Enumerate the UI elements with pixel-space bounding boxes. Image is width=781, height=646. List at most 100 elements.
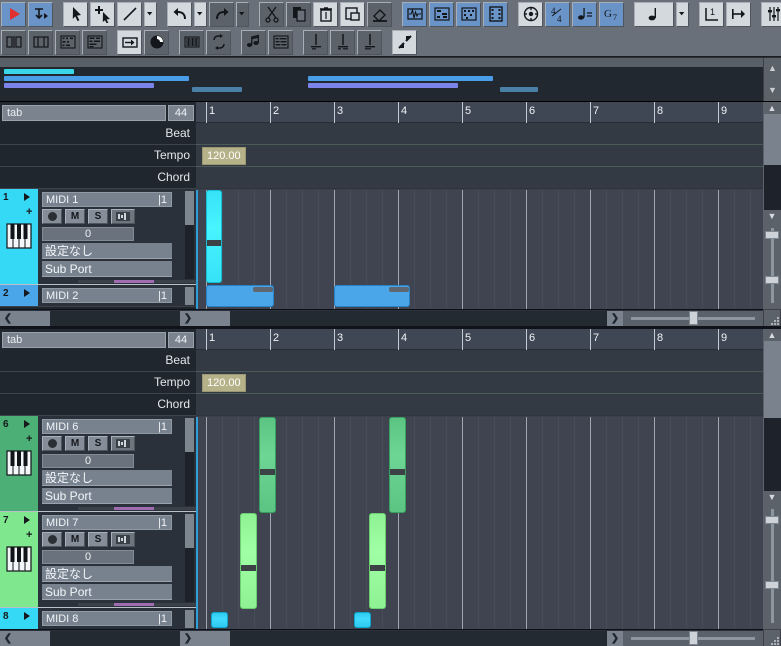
midi-clip-track8-a[interactable] bbox=[211, 612, 228, 628]
vertical-zoom-slider[interactable] bbox=[764, 503, 781, 629]
chord-button[interactable]: G7 bbox=[599, 2, 624, 27]
track-color-strip[interactable]: 7+ bbox=[0, 512, 38, 607]
grid-vscroll-track[interactable] bbox=[764, 114, 781, 210]
loop-end-button[interactable] bbox=[726, 2, 751, 27]
track-header-midi-1[interactable]: 1+MIDI 1|1MS0設定なしSub Port bbox=[0, 189, 196, 285]
undo-button[interactable] bbox=[167, 2, 192, 27]
fx-button[interactable] bbox=[111, 532, 135, 547]
track-volume-field[interactable]: 0 bbox=[42, 550, 134, 564]
erase-button[interactable] bbox=[367, 2, 392, 27]
beat-lane[interactable] bbox=[196, 123, 781, 145]
grid-vscroll-thumb[interactable] bbox=[764, 114, 781, 165]
zoom-knob-top[interactable] bbox=[765, 231, 779, 239]
scroll-thumb[interactable] bbox=[16, 631, 50, 646]
solo-button[interactable]: S bbox=[88, 209, 108, 224]
track-port-field[interactable]: Sub Port bbox=[42, 261, 172, 277]
clip-grid-area[interactable] bbox=[196, 417, 781, 629]
scroll-left-button[interactable]: ❮ bbox=[0, 311, 16, 326]
bottom-panel-grid[interactable]: 123456789120.00❯▲▼ bbox=[196, 329, 781, 646]
scroll-left-button[interactable]: ❮ bbox=[0, 631, 16, 646]
note-tools-button[interactable] bbox=[241, 30, 266, 55]
waveform-view-button[interactable] bbox=[402, 2, 427, 27]
track-vertical-scrollbar[interactable] bbox=[185, 287, 194, 305]
quantize-value-dropdown[interactable] bbox=[676, 2, 689, 27]
tempo-row[interactable]: Tempo bbox=[0, 145, 196, 167]
quantize-value-display[interactable] bbox=[634, 2, 674, 27]
track-expand-arrow-icon[interactable] bbox=[24, 289, 30, 297]
track-expand-arrow-icon[interactable] bbox=[24, 516, 30, 524]
grid-settings-button[interactable] bbox=[82, 30, 107, 55]
resize-grip[interactable] bbox=[764, 310, 780, 326]
midi-clip-track2-b[interactable] bbox=[334, 285, 410, 307]
zoom-knob-bottom[interactable] bbox=[765, 581, 779, 589]
undo-dropdown[interactable] bbox=[194, 2, 207, 27]
expand-window-button[interactable] bbox=[392, 30, 417, 55]
track-color-strip[interactable]: 8 bbox=[0, 608, 38, 629]
tab-input[interactable]: tab bbox=[2, 332, 166, 348]
redo-button[interactable] bbox=[209, 2, 234, 27]
scroll-thumb[interactable] bbox=[16, 311, 50, 326]
fx-button[interactable] bbox=[111, 209, 135, 224]
track-program-field[interactable]: 設定なし bbox=[42, 566, 172, 582]
grid-scroll-thumb[interactable] bbox=[196, 631, 230, 646]
tempo-value-badge[interactable]: 120.00 bbox=[202, 147, 246, 165]
chord-row[interactable]: Chord bbox=[0, 167, 196, 189]
header-horizontal-scrollbar[interactable]: ❮❯ bbox=[0, 629, 196, 646]
grid-vscroll-track[interactable] bbox=[764, 341, 781, 491]
track-color-strip[interactable]: 6+ bbox=[0, 416, 38, 511]
time-signature-button[interactable]: 44 bbox=[545, 2, 570, 27]
solo-button[interactable]: S bbox=[88, 532, 108, 547]
horizontal-zoom-slider[interactable] bbox=[623, 311, 763, 326]
snap-to-grid-button[interactable] bbox=[117, 30, 142, 55]
track-program-field[interactable]: 設定なし bbox=[42, 243, 172, 259]
grid-scroll-right-button[interactable]: ❯ bbox=[607, 311, 623, 326]
tempo-lane[interactable]: 120.00 bbox=[196, 372, 781, 394]
tempo-button[interactable] bbox=[572, 2, 597, 27]
zoom-knob-bottom[interactable] bbox=[765, 276, 779, 284]
track-color-strip[interactable]: 1+ bbox=[0, 189, 38, 284]
tab-input[interactable]: tab bbox=[2, 105, 166, 121]
track-expand-arrow-icon[interactable] bbox=[24, 612, 30, 620]
tempo-row[interactable]: Tempo bbox=[0, 372, 196, 394]
scroll-up-icon[interactable]: ▲ bbox=[768, 64, 777, 73]
scroll-down-icon[interactable]: ▼ bbox=[768, 86, 777, 95]
zoom-knob[interactable] bbox=[689, 631, 698, 645]
track-expand-arrow-icon[interactable] bbox=[24, 193, 30, 201]
delete-button[interactable] bbox=[313, 2, 338, 27]
chord-row[interactable]: Chord bbox=[0, 394, 196, 416]
track-program-field[interactable]: 設定なし bbox=[42, 470, 172, 486]
chord-lane[interactable] bbox=[196, 394, 781, 416]
track-header-midi-7[interactable]: 7+MIDI 7|1MS0設定なしSub Port bbox=[0, 512, 196, 608]
magnet-snap-button[interactable] bbox=[144, 30, 169, 55]
grid-vscroll-thumb[interactable] bbox=[764, 341, 781, 418]
scroll-up-icon[interactable]: ▲ bbox=[768, 329, 777, 341]
drum-grid-button[interactable] bbox=[456, 2, 481, 27]
track-header-midi-8[interactable]: 8MIDI 8|1 bbox=[0, 608, 196, 630]
scroll-track[interactable] bbox=[16, 311, 180, 326]
track-expand-arrow-icon[interactable] bbox=[24, 420, 30, 428]
redo-dropdown[interactable] bbox=[236, 2, 249, 27]
play-button[interactable] bbox=[1, 2, 26, 27]
grid-scroll-track[interactable] bbox=[196, 311, 607, 326]
grid-horizontal-scrollbar[interactable]: ❯ bbox=[196, 309, 763, 326]
grid-vertical-scrollbar[interactable]: ▲▼ bbox=[763, 329, 781, 629]
overview-timebar[interactable] bbox=[0, 58, 763, 67]
arrow-select-tool[interactable] bbox=[63, 2, 88, 27]
horizontal-zoom-slider[interactable] bbox=[623, 631, 763, 646]
bar-ruler[interactable]: 123456789 bbox=[196, 329, 781, 350]
overview-canvas[interactable] bbox=[0, 58, 763, 101]
vertical-zoom-slider[interactable] bbox=[764, 222, 781, 309]
track-name-field[interactable]: MIDI 6|1 bbox=[42, 419, 172, 434]
mute-button[interactable]: M bbox=[65, 532, 85, 547]
track-add-icon[interactable]: + bbox=[26, 207, 32, 218]
top-panel-grid[interactable]: 123456789120.00❯▲▼ bbox=[196, 102, 781, 326]
project-overview[interactable]: ▲ ▼ bbox=[0, 58, 781, 102]
beat-row[interactable]: Beat bbox=[0, 123, 196, 145]
line-tool[interactable] bbox=[117, 2, 142, 27]
quantize-grid-button[interactable] bbox=[55, 30, 80, 55]
track-name-field[interactable]: MIDI 1|1 bbox=[42, 192, 172, 207]
scroll-down-icon[interactable]: ▼ bbox=[768, 210, 777, 222]
overview-scrollbar[interactable]: ▲ ▼ bbox=[763, 58, 781, 101]
align-split-button[interactable] bbox=[1, 30, 26, 55]
midi-clip-track2-a[interactable] bbox=[206, 285, 274, 307]
